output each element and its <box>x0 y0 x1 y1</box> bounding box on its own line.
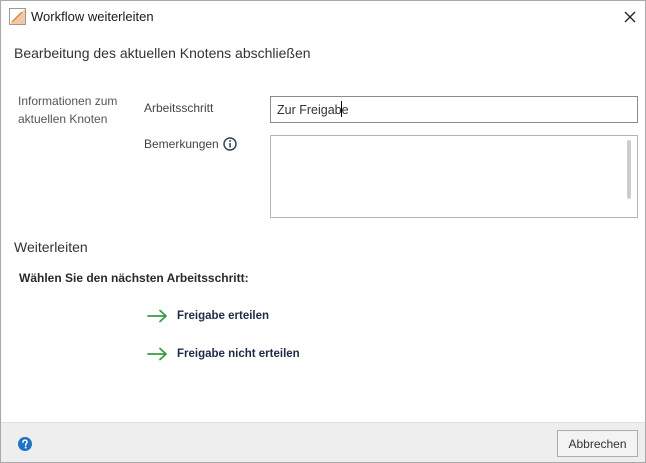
step-input[interactable] <box>270 96 638 123</box>
forward-heading: Weiterleiten <box>14 239 88 255</box>
remarks-scrollbar[interactable] <box>627 140 631 199</box>
title-bar: Workflow weiterleiten <box>1 1 645 32</box>
remarks-textarea[interactable] <box>270 135 638 218</box>
choose-step-label: Wählen Sie den nächsten Arbeitsschritt: <box>19 271 249 285</box>
text-caret <box>341 101 342 117</box>
next-step-approve[interactable]: Freigabe erteilen <box>147 304 393 328</box>
remarks-label: Bemerkungen <box>144 137 219 151</box>
workflow-dialog: Workflow weiterleiten Bearbeitung des ak… <box>0 0 646 463</box>
arrow-right-icon <box>147 309 167 323</box>
step-label: Arbeitsschritt <box>144 101 214 115</box>
arrow-right-icon <box>147 347 167 361</box>
next-step-label: Freigabe erteilen <box>177 310 270 322</box>
dialog-footer: Abbrechen <box>1 422 645 462</box>
close-button[interactable] <box>619 6 641 28</box>
cancel-button[interactable]: Abbrechen <box>557 430 638 457</box>
window-title: Workflow weiterleiten <box>31 9 154 24</box>
help-icon[interactable] <box>18 437 32 451</box>
info-icon[interactable] <box>223 137 237 151</box>
info-label: Informationen zum aktuellen Knoten <box>18 94 118 126</box>
next-step-label: Freigabe nicht erteilen <box>177 348 300 360</box>
next-step-reject[interactable]: Freigabe nicht erteilen <box>147 342 393 366</box>
app-icon <box>9 8 26 25</box>
close-icon <box>624 11 636 23</box>
section-heading: Bearbeitung des aktuellen Knotens abschl… <box>14 45 311 61</box>
